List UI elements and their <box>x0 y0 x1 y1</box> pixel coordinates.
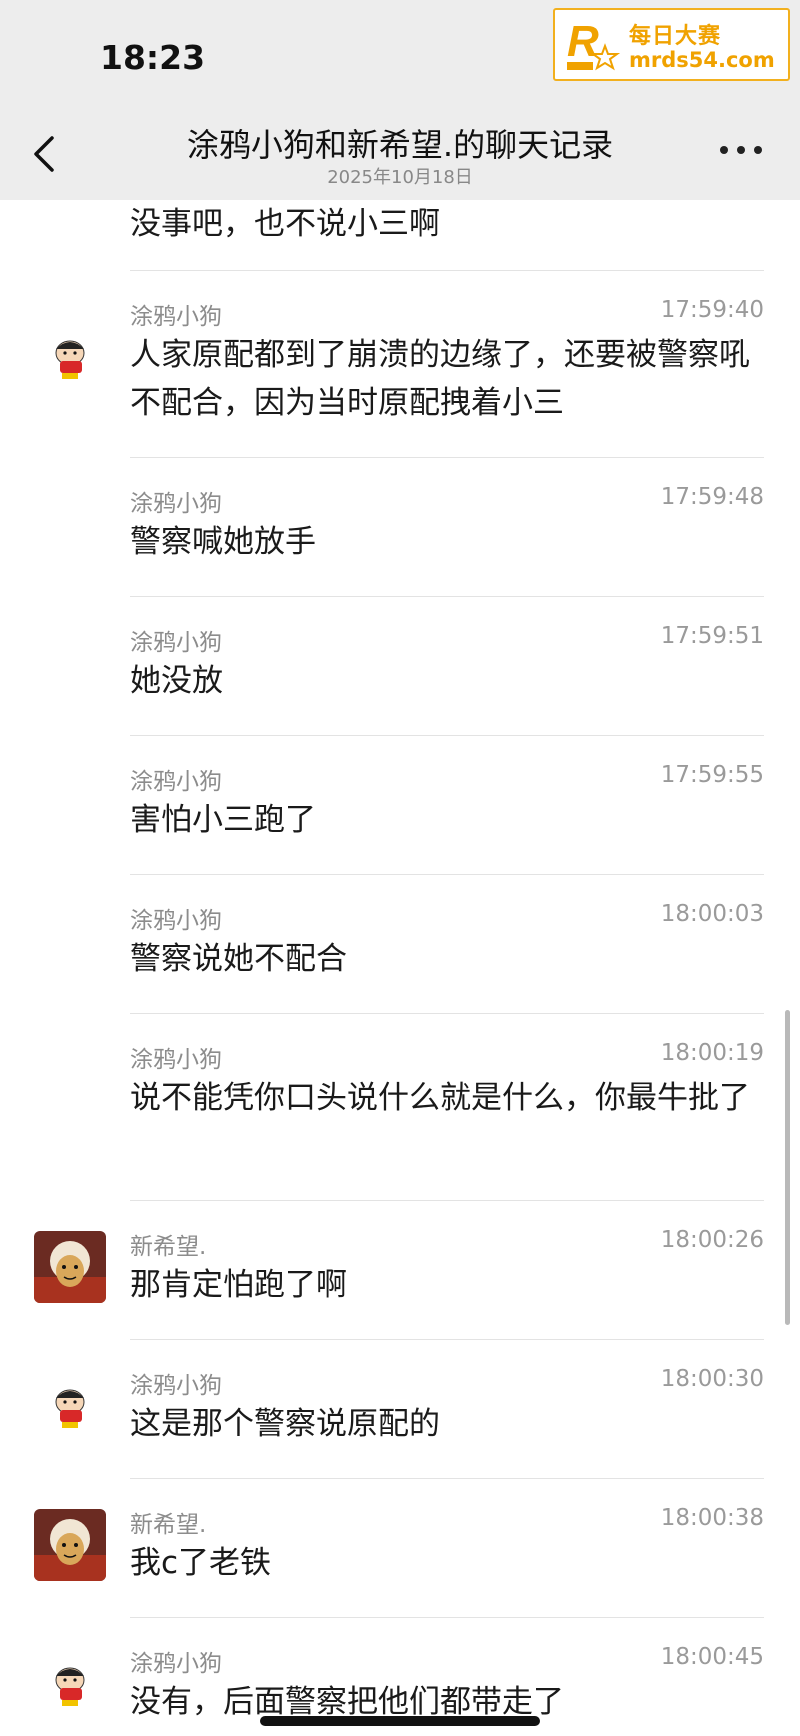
list-item[interactable]: 涂鸦小狗 17:59:40 人家原配都到了崩溃的边缘了，还要被警察吼不配合，因为… <box>0 271 800 457</box>
message-sender: 新希望. <box>130 1512 207 1538</box>
status-bar-time: 18:23 <box>100 38 206 77</box>
message-time: 17:59:48 <box>660 484 764 510</box>
message-text: 害怕小三跑了 <box>130 802 316 838</box>
home-indicator[interactable] <box>260 1716 540 1726</box>
message-sender: 涂鸦小狗 <box>130 1373 222 1399</box>
list-item[interactable]: 涂鸦小狗 17:59:48 警察喊她放手 <box>0 458 800 596</box>
chat-history-header: 18:23 R 每日大赛 mrds54.com 涂鸦小狗和新希望.的聊天记录 2… <box>0 0 800 200</box>
message-text: 那肯定怕跑了啊 <box>130 1267 347 1303</box>
message-text: 没事吧，也不说小三啊 <box>130 206 440 242</box>
avatar-crayon-shin-chan-icon <box>34 1648 106 1720</box>
message-sender: 涂鸦小狗 <box>130 491 222 517</box>
avatar-crayon-shin-chan-icon <box>34 321 106 393</box>
message-sender: 涂鸦小狗 <box>130 304 222 330</box>
message-sender: 涂鸦小狗 <box>130 1651 222 1677</box>
message-time: 17:59:55 <box>660 762 764 788</box>
list-item[interactable]: 涂鸦小狗 18:00:30 这是那个警察说原配的 <box>0 1340 800 1478</box>
list-item[interactable]: 没事吧，也不说小三啊 <box>0 200 800 270</box>
message-text: 说不能凭你口头说什么就是什么，你最牛批了 <box>130 1080 750 1116</box>
message-time: 18:00:45 <box>660 1644 764 1670</box>
watermark-url: mrds54.com <box>629 48 775 72</box>
list-item[interactable]: 涂鸦小狗 18:00:19 说不能凭你口头说什么就是什么，你最牛批了 <box>0 1014 800 1200</box>
list-item[interactable]: 涂鸦小狗 17:59:55 害怕小三跑了 <box>0 736 800 874</box>
message-text: 警察说她不配合 <box>130 941 347 977</box>
page-title: 涂鸦小狗和新希望.的聊天记录 <box>186 126 614 164</box>
message-sender: 涂鸦小狗 <box>130 908 222 934</box>
message-text: 警察喊她放手 <box>130 524 316 560</box>
message-sender: 新希望. <box>130 1234 207 1260</box>
message-time: 17:59:51 <box>660 623 764 649</box>
avatar-doll-icon <box>34 1231 106 1303</box>
message-time: 17:59:40 <box>660 297 764 323</box>
avatar-doll-icon <box>34 1509 106 1581</box>
more-options-button[interactable] <box>720 142 764 158</box>
message-time: 18:00:03 <box>660 901 764 927</box>
list-item[interactable]: 新希望. 18:00:26 那肯定怕跑了啊 <box>0 1201 800 1339</box>
watermark-logo-icon: R <box>567 17 621 71</box>
message-text: 我c了老铁 <box>130 1545 272 1581</box>
message-time: 18:00:38 <box>660 1505 764 1531</box>
more-dots-icon <box>720 146 728 154</box>
watermark-title: 每日大赛 <box>629 24 722 49</box>
watermark-badge: R 每日大赛 mrds54.com <box>553 8 790 81</box>
message-sender: 涂鸦小狗 <box>130 1047 222 1073</box>
message-time: 18:00:19 <box>660 1040 764 1066</box>
list-item[interactable]: 新希望. 18:00:38 我c了老铁 <box>0 1479 800 1617</box>
message-time: 18:00:26 <box>660 1227 764 1253</box>
page-subtitle-date: 2025年10月18日 <box>327 167 473 188</box>
message-time: 18:00:30 <box>660 1366 764 1392</box>
list-item[interactable]: 涂鸦小狗 18:00:03 警察说她不配合 <box>0 875 800 1013</box>
message-text: 她没放 <box>130 663 223 699</box>
list-item[interactable]: 涂鸦小狗 17:59:51 她没放 <box>0 597 800 735</box>
avatar-crayon-shin-chan-icon <box>34 1370 106 1442</box>
svg-text:R: R <box>567 17 599 66</box>
message-sender: 涂鸦小狗 <box>130 769 222 795</box>
message-text: 人家原配都到了崩溃的边缘了，还要被警察吼不配合，因为当时原配拽着小三 <box>130 337 750 421</box>
message-sender: 涂鸦小狗 <box>130 630 222 656</box>
scrollbar[interactable] <box>785 1010 790 1325</box>
message-text: 这是那个警察说原配的 <box>130 1406 440 1442</box>
